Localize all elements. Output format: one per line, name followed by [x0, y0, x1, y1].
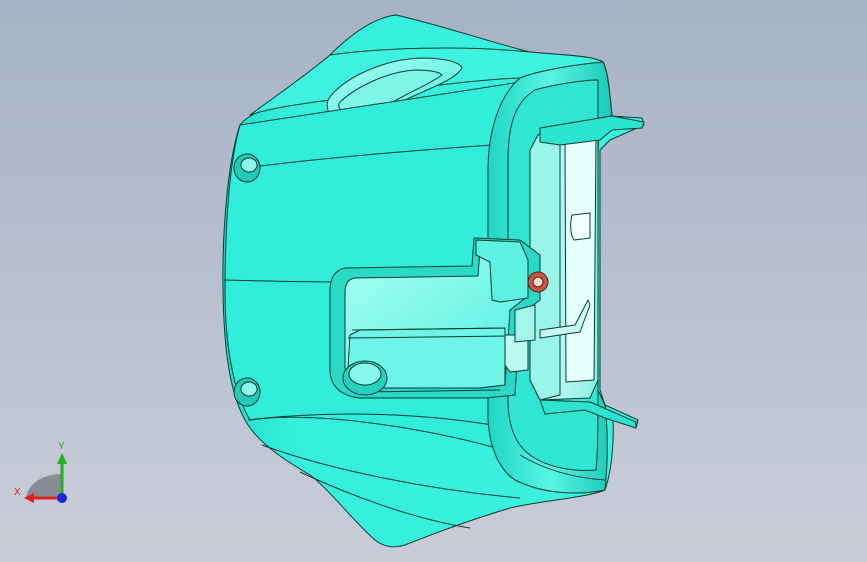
- clip-slot: [570, 212, 591, 241]
- rim-step: [514, 304, 536, 343]
- screw-fastener[interactable]: [527, 271, 549, 293]
- inner-back-wall: [564, 135, 597, 383]
- screw-socket: [532, 276, 544, 288]
- model-view[interactable]: [0, 0, 867, 562]
- y-arrow-head: [57, 453, 67, 464]
- pocket-round-boss-top: [348, 362, 382, 386]
- triad-graphic: [24, 453, 67, 503]
- z-axis-dot: [57, 493, 67, 503]
- x-axis-label: X: [14, 487, 21, 498]
- mounting-hole-upper-inner: [240, 157, 258, 173]
- graphics-viewport[interactable]: Y X: [0, 0, 867, 562]
- mounting-hole-lower-inner: [240, 381, 258, 397]
- y-axis-label: Y: [58, 441, 65, 452]
- axis-triad: Y X: [12, 440, 76, 510]
